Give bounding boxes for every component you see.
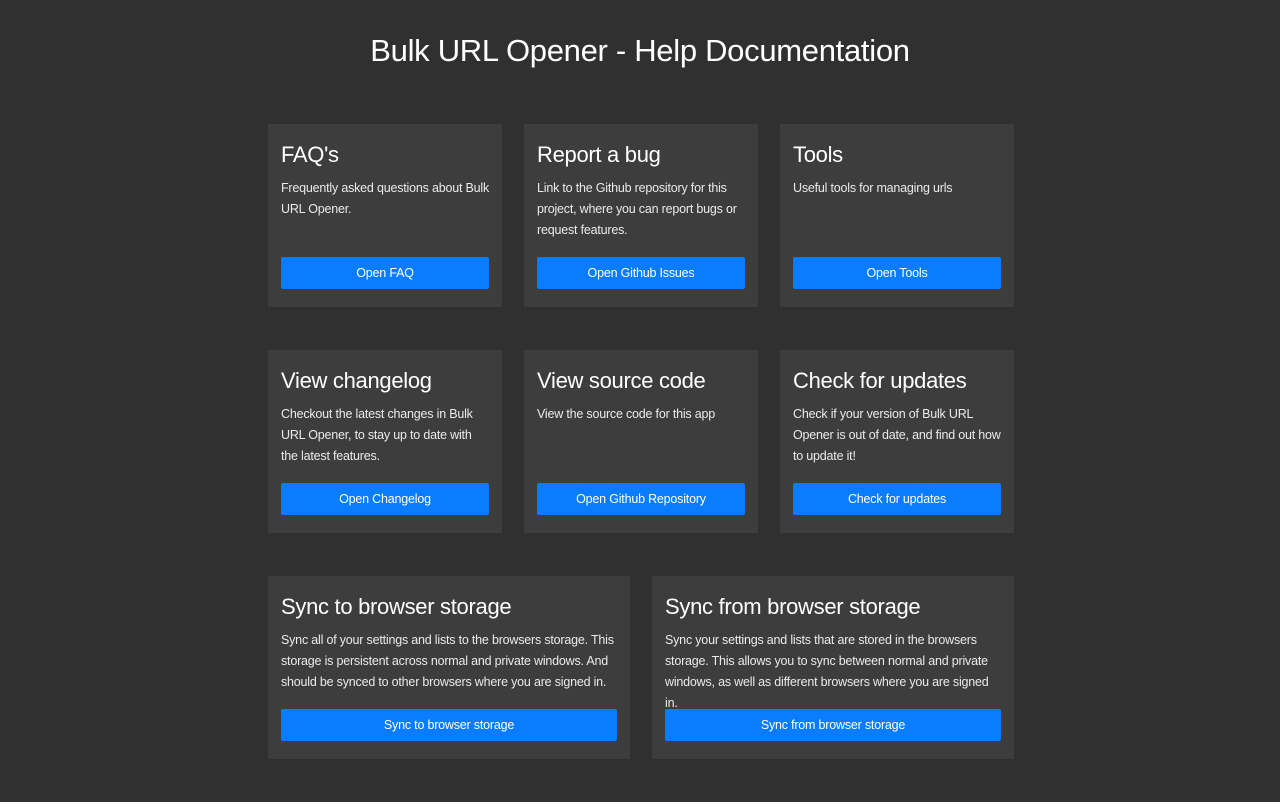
check-updates-card: Check for updates Check if your version … bbox=[780, 350, 1014, 533]
open-github-repository-button[interactable]: Open Github Repository bbox=[537, 483, 745, 515]
card-row-3: Sync to browser storage Sync all of your… bbox=[268, 576, 1014, 759]
changelog-card-title: View changelog bbox=[281, 368, 432, 393]
report-bug-card-description: Link to the Github repository for this p… bbox=[537, 181, 737, 237]
source-code-card-title: View source code bbox=[537, 368, 706, 393]
open-changelog-button[interactable]: Open Changelog bbox=[281, 483, 489, 515]
sync-from-storage-card: Sync from browser storage Sync your sett… bbox=[652, 576, 1014, 759]
card-row-1: FAQ's Frequently asked questions about B… bbox=[268, 124, 1014, 307]
sync-to-storage-card-description: Sync all of your settings and lists to t… bbox=[281, 633, 614, 689]
tools-card-title: Tools bbox=[793, 142, 843, 167]
card-row-2: View changelog Checkout the latest chang… bbox=[268, 350, 1014, 533]
check-updates-card-title: Check for updates bbox=[793, 368, 967, 393]
help-card-grid: FAQ's Frequently asked questions about B… bbox=[268, 124, 1014, 802]
changelog-card-description: Checkout the latest changes in Bulk URL … bbox=[281, 407, 473, 463]
source-code-card-description: View the source code for this app bbox=[537, 407, 716, 421]
faq-card: FAQ's Frequently asked questions about B… bbox=[268, 124, 502, 307]
source-code-card: View source code View the source code fo… bbox=[524, 350, 758, 533]
report-bug-card-title: Report a bug bbox=[537, 142, 661, 167]
open-faq-button[interactable]: Open FAQ bbox=[281, 257, 489, 289]
page-title: Bulk URL Opener - Help Documentation bbox=[370, 33, 910, 68]
faq-card-title: FAQ's bbox=[281, 142, 339, 167]
check-updates-card-description: Check if your version of Bulk URL Opener… bbox=[793, 407, 1001, 463]
open-tools-button[interactable]: Open Tools bbox=[793, 257, 1001, 289]
open-github-issues-button[interactable]: Open Github Issues bbox=[537, 257, 745, 289]
sync-to-storage-card-title: Sync to browser storage bbox=[281, 594, 512, 619]
sync-from-storage-card-title: Sync from browser storage bbox=[665, 594, 921, 619]
sync-to-storage-button[interactable]: Sync to browser storage bbox=[281, 709, 617, 741]
changelog-card: View changelog Checkout the latest chang… bbox=[268, 350, 502, 533]
sync-to-storage-card: Sync to browser storage Sync all of your… bbox=[268, 576, 630, 759]
sync-from-storage-button[interactable]: Sync from browser storage bbox=[665, 709, 1001, 741]
faq-card-description: Frequently asked questions about Bulk UR… bbox=[281, 181, 490, 216]
check-for-updates-button[interactable]: Check for updates bbox=[793, 483, 1001, 515]
sync-from-storage-card-description: Sync your settings and lists that are st… bbox=[665, 633, 989, 710]
report-bug-card: Report a bug Link to the Github reposito… bbox=[524, 124, 758, 307]
tools-card: Tools Useful tools for managing urls Ope… bbox=[780, 124, 1014, 307]
tools-card-description: Useful tools for managing urls bbox=[793, 181, 953, 195]
